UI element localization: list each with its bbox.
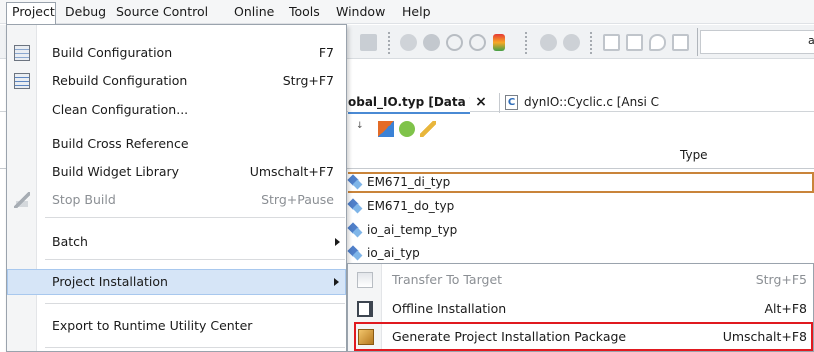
menu-debug[interactable]: Debug — [65, 3, 106, 22]
table-row[interactable]: io_ai_temp_typ — [348, 220, 457, 240]
submenu-arrow-icon — [335, 238, 340, 246]
menu-item-build-configuration[interactable]: Build Configuration F7 — [7, 40, 346, 66]
submenu-arrow-icon — [334, 278, 339, 286]
traffic-light-icon[interactable] — [493, 34, 505, 51]
menu-separator — [45, 303, 345, 304]
settings-icon[interactable] — [540, 34, 557, 51]
tab-label: obal_IO.typ [Data Type Declaration] — [348, 95, 470, 109]
connect-icon[interactable] — [626, 34, 643, 51]
power-off-icon[interactable] — [469, 34, 486, 51]
row-name: io_ai_typ — [367, 246, 420, 260]
configuration-combo[interactable] — [700, 30, 814, 54]
c-file-icon: C — [505, 95, 518, 110]
edit-pencil-icon[interactable] — [420, 121, 436, 137]
build-config-icon — [14, 45, 30, 61]
datatype-icon — [348, 199, 362, 213]
toolbar-separator — [590, 32, 592, 54]
project-installation-submenu: Transfer To Target Strg+F5 Offline Insta… — [347, 263, 814, 352]
sort-icon[interactable]: ↓ — [356, 121, 370, 137]
menu-help[interactable]: Help — [402, 3, 431, 22]
rebuild-config-icon — [14, 73, 30, 89]
menu-source-control[interactable]: Source Control — [116, 3, 208, 22]
add-member-icon[interactable] — [399, 121, 415, 137]
menu-item-clean-configuration[interactable]: Clean Configuration... — [7, 97, 346, 123]
menu-project[interactable]: Project — [6, 2, 56, 24]
menu-item-build-cross-reference[interactable]: Build Cross Reference — [7, 131, 346, 157]
menu-bar: Project Debug Source Control Online Tool… — [0, 0, 814, 24]
combo-text: a — [808, 34, 814, 47]
menu-window[interactable]: Window — [336, 3, 385, 22]
power-on-icon[interactable] — [446, 34, 463, 51]
monitor-icon[interactable] — [672, 34, 689, 51]
menu-item-project-installation[interactable]: Project Installation — [7, 269, 346, 295]
zoom-icon[interactable] — [400, 34, 417, 51]
gear-icon[interactable] — [563, 34, 580, 51]
menu-online[interactable]: Online — [234, 3, 274, 22]
project-menu-dropdown: Build Configuration F7 Rebuild Configura… — [6, 24, 347, 352]
menu-item-offline-installation[interactable]: Offline Installation Alt+F8 — [348, 295, 813, 323]
menu-separator — [45, 347, 345, 348]
tab-global-io-typ[interactable]: obal_IO.typ [Data Type Declaration] — [348, 92, 470, 114]
insert-type-icon[interactable] — [378, 121, 394, 137]
tab-divider — [499, 93, 500, 113]
toolbar-separator — [525, 32, 527, 54]
datatype-icon — [348, 246, 362, 260]
datatype-icon — [348, 175, 362, 189]
menu-item-build-widget-library[interactable]: Build Widget Library Umschalt+F7 — [7, 159, 346, 185]
transfer-icon — [357, 272, 373, 288]
toolbar-divider — [697, 28, 698, 56]
menu-tools[interactable]: Tools — [289, 3, 320, 22]
table-row[interactable]: io_ai_typ — [348, 243, 420, 263]
window-icon[interactable] — [603, 34, 620, 51]
menu-item-batch[interactable]: Batch — [7, 229, 346, 255]
table-row[interactable]: EM671_di_typ — [348, 172, 450, 192]
menu-item-stop-build[interactable]: Stop Build Strg+Pause — [7, 187, 346, 213]
menu-item-generate-installation-package[interactable]: Generate Project Installation Package Um… — [354, 322, 813, 351]
table-row[interactable]: EM671_do_typ — [348, 196, 454, 216]
menu-separator — [45, 217, 345, 218]
row-name: EM671_do_typ — [367, 199, 455, 213]
column-header-type[interactable]: Type — [680, 148, 708, 162]
menu-item-rebuild-configuration[interactable]: Rebuild Configuration Strg+F7 — [7, 68, 346, 94]
tab-dynio-cyclic-c[interactable]: C dynIO::Cyclic.c [Ansi C — [505, 92, 814, 114]
find-icon[interactable] — [423, 34, 440, 51]
menu-item-transfer-to-target[interactable]: Transfer To Target Strg+F5 — [348, 266, 813, 294]
toolbar-doc-icon[interactable] — [360, 34, 377, 51]
menu-separator — [45, 259, 345, 260]
offline-install-icon — [357, 301, 373, 317]
datatype-icon — [348, 223, 362, 237]
row-name: EM671_di_typ — [367, 175, 451, 189]
package-icon — [358, 329, 374, 345]
tab-label: dynIO::Cyclic.c [Ansi C — [524, 95, 660, 109]
stop-build-icon — [14, 192, 30, 208]
comment-icon[interactable] — [649, 34, 666, 51]
menu-item-export-runtime-utility-center[interactable]: Export to Runtime Utility Center — [7, 313, 346, 339]
row-name: io_ai_temp_typ — [367, 223, 458, 237]
toolbar-separator — [388, 32, 390, 54]
close-icon[interactable]: × — [469, 92, 493, 114]
